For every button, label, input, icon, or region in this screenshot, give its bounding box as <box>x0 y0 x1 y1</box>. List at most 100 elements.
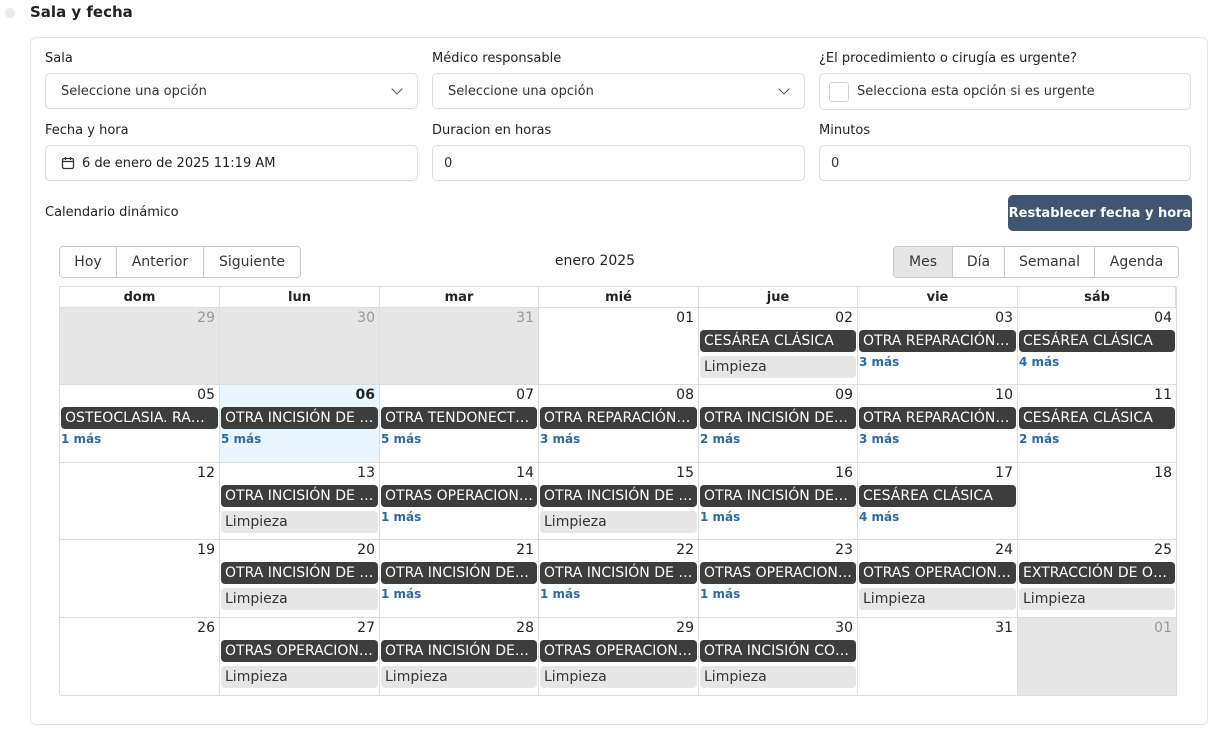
fecha-input[interactable]: 6 de enero de 2025 11:19 AM <box>45 145 418 181</box>
day-number[interactable]: 29 <box>676 620 694 636</box>
day-cell[interactable]: 30 <box>220 308 380 385</box>
show-more-link[interactable]: 5 más <box>381 432 421 446</box>
show-more-link[interactable]: 5 más <box>221 432 261 446</box>
day-cell[interactable]: 30 OTRA INCISIÓN CON DRENAJE Limpieza <box>699 618 858 696</box>
day-cell[interactable]: 10 OTRA REPARACIÓN DE ÚTERO 3 más <box>858 385 1018 463</box>
show-more-link[interactable]: 3 más <box>859 355 899 369</box>
calendar-event[interactable]: EXTRACCIÓN DE OTRO CUERPO <box>1019 562 1175 584</box>
day-number[interactable]: 13 <box>357 465 375 481</box>
day-cell[interactable]: 04 CESÁREA CLÁSICA 4 más <box>1018 308 1177 385</box>
show-more-link[interactable]: 1 más <box>381 587 421 601</box>
sala-select[interactable]: Seleccione una opción <box>45 73 418 109</box>
day-cell[interactable]: 28 OTRA INCISIÓN DE PIEL Limpieza <box>380 618 539 696</box>
day-number[interactable]: 29 <box>197 310 215 326</box>
day-number[interactable]: 04 <box>1154 310 1172 326</box>
day-number[interactable]: 14 <box>516 465 534 481</box>
calendar-event[interactable]: CESÁREA CLÁSICA <box>700 330 856 352</box>
day-cell[interactable]: 12 <box>60 463 220 540</box>
calendar-event[interactable]: OTRA INCISIÓN DE PIEL <box>221 562 378 584</box>
view-day-button[interactable]: Día <box>953 247 1005 277</box>
day-number[interactable]: 16 <box>835 465 853 481</box>
urgente-checkbox[interactable] <box>829 81 849 102</box>
show-more-link[interactable]: 3 más <box>859 432 899 446</box>
day-cell[interactable]: 02 CESÁREA CLÁSICA Limpieza <box>699 308 858 385</box>
calendar-event-limpieza[interactable]: Limpieza <box>540 666 697 688</box>
calendar-event-limpieza[interactable]: Limpieza <box>221 511 378 533</box>
medico-select[interactable]: Seleccione una opción <box>432 73 805 109</box>
show-more-link[interactable]: 2 más <box>1019 432 1059 446</box>
day-cell[interactable]: 19 <box>60 540 220 618</box>
calendar-event-limpieza[interactable]: Limpieza <box>700 666 856 688</box>
day-cell[interactable]: 22 OTRA INCISIÓN DE PIEL 1 más <box>539 540 699 618</box>
calendar-event[interactable]: OTRA INCISIÓN DE PIEL <box>540 485 697 507</box>
calendar-event-limpieza[interactable]: Limpieza <box>221 666 378 688</box>
today-button[interactable]: Hoy <box>60 247 117 277</box>
day-cell[interactable]: 31 <box>380 308 539 385</box>
calendar-event[interactable]: OTRA INCISIÓN DE PIEL <box>221 485 378 507</box>
calendar-event-limpieza[interactable]: Limpieza <box>381 666 537 688</box>
day-number[interactable]: 27 <box>357 620 375 636</box>
duracion-input[interactable]: 0 <box>432 145 805 181</box>
day-number[interactable]: 30 <box>835 620 853 636</box>
day-cell[interactable]: 29 <box>60 308 220 385</box>
day-number[interactable]: 31 <box>516 310 534 326</box>
calendar-event[interactable]: OTRA REPARACIÓN DE ÚTERO <box>859 330 1016 352</box>
previous-button[interactable]: Anterior <box>117 247 204 277</box>
calendar-event-limpieza[interactable]: Limpieza <box>859 588 1016 610</box>
calendar-event[interactable]: OSTEOCLASIA. RADIO Y CÚBITO <box>61 407 218 429</box>
day-number[interactable]: 09 <box>835 387 853 403</box>
next-button[interactable]: Siguiente <box>204 247 300 277</box>
day-cell[interactable]: 01 <box>539 308 699 385</box>
day-number[interactable]: 10 <box>995 387 1013 403</box>
day-cell[interactable]: 31 <box>858 618 1018 696</box>
calendar-event[interactable]: OTRA REPARACIÓN DE ÚTERO <box>859 407 1016 429</box>
calendar-event[interactable]: OTRA TENDONECTOMÍA <box>381 407 537 429</box>
day-cell[interactable]: 18 <box>1018 463 1177 540</box>
day-number[interactable]: 26 <box>197 620 215 636</box>
day-cell[interactable]: 05 OSTEOCLASIA. RADIO Y CÚBITO 1 más <box>60 385 220 463</box>
calendar-event[interactable]: OTRA INCISIÓN DE PIEL <box>221 407 378 429</box>
calendar-event[interactable]: OTRA INCISIÓN DE PIEL <box>381 640 537 662</box>
day-cell[interactable]: 11 CESÁREA CLÁSICA 2 más <box>1018 385 1177 463</box>
day-cell[interactable]: 01 <box>1018 618 1177 696</box>
calendar-event[interactable]: CESÁREA CLÁSICA <box>1019 407 1175 429</box>
calendar-event[interactable]: CESÁREA CLÁSICA <box>1019 330 1175 352</box>
calendar-event[interactable]: OTRA INCISIÓN CON DRENAJE <box>700 640 856 662</box>
day-number[interactable]: 30 <box>357 310 375 326</box>
day-cell[interactable]: 15 OTRA INCISIÓN DE PIEL Limpieza <box>539 463 699 540</box>
day-cell[interactable]: 17 CESÁREA CLÁSICA 4 más <box>858 463 1018 540</box>
calendar-event-limpieza[interactable]: Limpieza <box>540 511 697 533</box>
day-number[interactable]: 28 <box>516 620 534 636</box>
calendar-event-limpieza[interactable]: Limpieza <box>221 588 378 610</box>
calendar-event[interactable]: OTRA REPARACIÓN DE ÚTERO <box>540 407 697 429</box>
day-cell[interactable]: 25 EXTRACCIÓN DE OTRO CUERPO Limpieza <box>1018 540 1177 618</box>
day-cell[interactable]: 06 OTRA INCISIÓN DE PIEL 5 más <box>220 385 380 463</box>
day-number[interactable]: 07 <box>516 387 534 403</box>
day-number[interactable]: 01 <box>1154 620 1172 636</box>
show-more-link[interactable]: 1 más <box>381 510 421 524</box>
view-agenda-button[interactable]: Agenda <box>1095 247 1178 277</box>
day-number[interactable]: 20 <box>357 542 375 558</box>
day-number[interactable]: 11 <box>1154 387 1172 403</box>
view-month-button[interactable]: Mes <box>894 247 953 277</box>
reset-datetime-button[interactable]: Restablecer fecha y hora <box>1008 195 1192 231</box>
day-cell[interactable]: 08 OTRA REPARACIÓN DE ÚTERO 3 más <box>539 385 699 463</box>
calendar-event[interactable]: OTRAS OPERACIONES DE PIEL <box>221 640 378 662</box>
day-number[interactable]: 23 <box>835 542 853 558</box>
day-cell[interactable]: 24 OTRAS OPERACIONES DE PIEL Limpieza <box>858 540 1018 618</box>
calendar-event[interactable]: OTRA INCISIÓN DE PIEL <box>540 562 697 584</box>
show-more-link[interactable]: 2 más <box>700 432 740 446</box>
view-week-button[interactable]: Semanal <box>1005 247 1095 277</box>
calendar-event[interactable]: OTRA INCISIÓN DE PIEL <box>700 407 856 429</box>
day-cell[interactable]: 13 OTRA INCISIÓN DE PIEL Limpieza <box>220 463 380 540</box>
calendar-event[interactable]: OTRAS OPERACIONES DE PIEL <box>381 485 537 507</box>
day-number[interactable]: 22 <box>676 542 694 558</box>
show-more-link[interactable]: 1 más <box>540 587 580 601</box>
day-number[interactable]: 21 <box>516 542 534 558</box>
urgente-field[interactable]: Selecciona esta opción si es urgente <box>819 73 1191 110</box>
day-cell[interactable]: 21 OTRA INCISIÓN DE PIEL 1 más <box>380 540 539 618</box>
calendar-event-limpieza[interactable]: Limpieza <box>700 356 856 378</box>
show-more-link[interactable]: 4 más <box>859 510 899 524</box>
day-number[interactable]: 19 <box>197 542 215 558</box>
day-number[interactable]: 03 <box>995 310 1013 326</box>
